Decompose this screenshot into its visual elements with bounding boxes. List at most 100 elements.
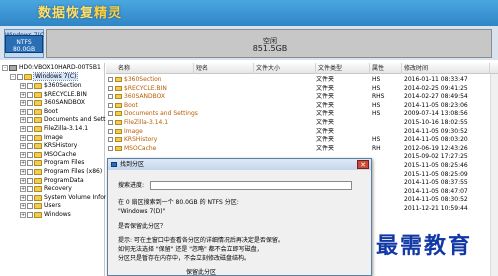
list-row[interactable]: Image 文件夹 2014-11-05 09:30:52 xyxy=(106,128,498,136)
col-attr-header[interactable]: 属性 xyxy=(370,63,402,74)
tree-checkbox[interactable] xyxy=(27,143,33,150)
tree-item-folder[interactable]: + ProgramData xyxy=(20,177,84,185)
expand-toggle-icon[interactable]: + xyxy=(20,194,26,201)
tree-item-folder[interactable]: + $360Section xyxy=(20,82,82,90)
list-row[interactable]: Documents and Settings 文件夹 HS 2009-07-14 13… xyxy=(106,110,498,118)
expand-toggle-icon[interactable]: + xyxy=(20,143,26,150)
tree-item-label: Program Files xyxy=(44,159,85,167)
expand-toggle-icon[interactable]: + xyxy=(20,91,26,98)
expand-toggle-icon[interactable]: + xyxy=(20,203,26,210)
tree-item-folder[interactable]: + Recovery xyxy=(20,185,72,193)
tree-item-folder[interactable]: + Users xyxy=(20,202,61,210)
list-row[interactable]: FileZilla-3.14.1 文件夹 2015-10-16 18:02:55 xyxy=(106,119,498,127)
tree-checkbox[interactable] xyxy=(27,160,33,167)
col-short-header[interactable]: 短名 xyxy=(194,63,254,74)
tip-line-3: 分区只是暂存在内存中，不会立刻修改磁盘结构。 xyxy=(118,255,251,262)
list-row[interactable]: KRSHistory 文件夹 HS 2014-11-05 08:03:20 xyxy=(106,136,498,144)
folder-icon xyxy=(115,102,122,108)
name-cell: KRSHistory xyxy=(108,136,258,144)
keep-partition-button[interactable]: 保留此分区 xyxy=(186,267,216,276)
tree-checkbox[interactable] xyxy=(27,134,33,141)
file-name: Image xyxy=(124,127,143,135)
list-row[interactable]: $RECYCLE.BIN 文件夹 HS 2014-02-25 09:41:25 xyxy=(106,85,498,93)
tree-checkbox[interactable] xyxy=(27,212,33,218)
file-type: 文件夹 xyxy=(316,76,335,83)
tree-item-folder[interactable]: + Program Files xyxy=(20,159,84,167)
tree-checkbox[interactable] xyxy=(27,100,33,107)
row-checkbox[interactable] xyxy=(108,137,113,143)
tree-checkbox[interactable] xyxy=(27,151,33,158)
expand-toggle-icon[interactable]: + xyxy=(20,83,26,89)
col-size-header[interactable]: 文件大小 xyxy=(254,63,316,74)
row-checkbox[interactable] xyxy=(108,145,113,151)
tree-item-label: Recovery xyxy=(44,185,72,193)
tree-checkbox[interactable] xyxy=(27,117,33,124)
tree-checkbox[interactable] xyxy=(27,194,33,201)
col-modified-header[interactable]: 修改时间 xyxy=(402,63,490,74)
tree-item-folder[interactable]: + FileZilla-3.14.1 xyxy=(20,125,88,133)
expand-toggle-icon[interactable]: + xyxy=(20,186,26,193)
free-space-block[interactable]: 空闲 851.5GB xyxy=(46,29,492,58)
row-checkbox[interactable] xyxy=(108,128,113,134)
tree-item-folder[interactable]: + Program Files (x86) xyxy=(20,168,102,176)
tree-item-label: $360Section xyxy=(44,82,82,89)
tree-checkbox[interactable] xyxy=(27,108,33,115)
tree-item-folder[interactable]: + $RECYCLE.BIN xyxy=(20,91,87,99)
tip-line-1: 提示: 可在主窗口中查看各分区的详细情况后再决定是否保留。 xyxy=(118,237,284,244)
expand-toggle-icon[interactable]: + xyxy=(20,169,26,175)
close-icon[interactable]: ✕ xyxy=(357,160,369,169)
tree-item-folder[interactable]: + System Volume Infor xyxy=(20,194,106,202)
tree-checkbox[interactable] xyxy=(17,74,23,80)
expand-toggle-icon[interactable]: - xyxy=(10,74,16,80)
tree-checkbox[interactable] xyxy=(27,177,33,184)
tree-item-label: System Volume Infor xyxy=(44,193,107,201)
row-checkbox[interactable] xyxy=(108,94,113,100)
folder-icon xyxy=(34,126,42,132)
row-checkbox[interactable] xyxy=(108,85,113,91)
expand-toggle-icon[interactable]: + xyxy=(20,126,26,132)
tree-checkbox[interactable] xyxy=(27,83,33,89)
expand-toggle-icon[interactable]: + xyxy=(20,108,26,115)
tree-item-folder[interactable]: + KRSHistory xyxy=(20,142,77,150)
tree-item-folder[interactable]: +360SANDBOX xyxy=(20,99,85,107)
tree-item-folder[interactable]: + Windows xyxy=(20,211,71,219)
tree-item-drive[interactable]: - HD0:VBOX10HARD-00T5B1 xyxy=(2,64,101,72)
list-row[interactable]: Boot 文件夹 HS 2014-11-05 08:23:06 xyxy=(106,102,498,110)
expand-toggle-icon[interactable]: - xyxy=(2,65,8,71)
partition-c-block[interactable]: Windows 7(C NTFS 80.0GB xyxy=(4,29,44,58)
row-checkbox[interactable] xyxy=(108,120,113,125)
tree-item-folder[interactable]: + Boot xyxy=(20,108,58,116)
tree-item-folder[interactable]: + MSOCache xyxy=(20,151,76,159)
tree-item-folder[interactable]: + Image xyxy=(20,134,63,142)
tree-item-root[interactable]: - Windows 7(C) xyxy=(10,72,79,81)
col-name-header[interactable]: 名称 xyxy=(106,63,194,74)
folder-icon xyxy=(115,137,122,143)
tree-checkbox[interactable] xyxy=(27,203,33,210)
expand-toggle-icon[interactable]: + xyxy=(20,134,26,141)
expand-toggle-icon[interactable]: + xyxy=(20,177,26,184)
expand-toggle-icon[interactable]: + xyxy=(20,100,26,107)
list-row[interactable]: MSOCache 文件夹 RH 2012-06-19 12:43:26 xyxy=(106,145,498,153)
tree-checkbox[interactable] xyxy=(27,126,33,132)
list-row[interactable]: 360SANDBOX 文件夹 RHS 2014-02-27 08:49:54 xyxy=(106,93,498,101)
row-checkbox[interactable] xyxy=(108,102,113,108)
vertical-scrollbar[interactable] xyxy=(490,74,498,276)
expand-toggle-icon[interactable]: + xyxy=(20,160,26,167)
partition-icon xyxy=(111,162,117,167)
col-type-header[interactable]: 文件类型 xyxy=(316,63,370,74)
expand-toggle-icon[interactable]: + xyxy=(20,151,26,158)
row-checkbox[interactable] xyxy=(108,77,113,82)
file-name: Boot xyxy=(124,101,138,109)
tree-checkbox[interactable] xyxy=(27,169,33,175)
tree-item-folder[interactable]: + Documents and Settings xyxy=(20,116,118,124)
name-cell: $RECYCLE.BIN xyxy=(108,85,258,93)
folder-tree[interactable]: - HD0:VBOX10HARD-00T5B1- Windows 7(C) + $360… xyxy=(0,63,118,276)
row-checkbox[interactable] xyxy=(108,111,113,117)
tree-checkbox[interactable] xyxy=(27,91,33,98)
expand-toggle-icon[interactable]: + xyxy=(20,212,26,218)
list-row[interactable]: $360Section 文件夹 HS 2016-01-11 08:33:47 xyxy=(106,76,498,84)
expand-toggle-icon[interactable]: + xyxy=(20,117,26,124)
file-modified: 2014-11-05 08:30:52 xyxy=(404,196,468,204)
tree-checkbox[interactable] xyxy=(27,186,33,193)
tree-item-label: Boot xyxy=(44,107,58,115)
